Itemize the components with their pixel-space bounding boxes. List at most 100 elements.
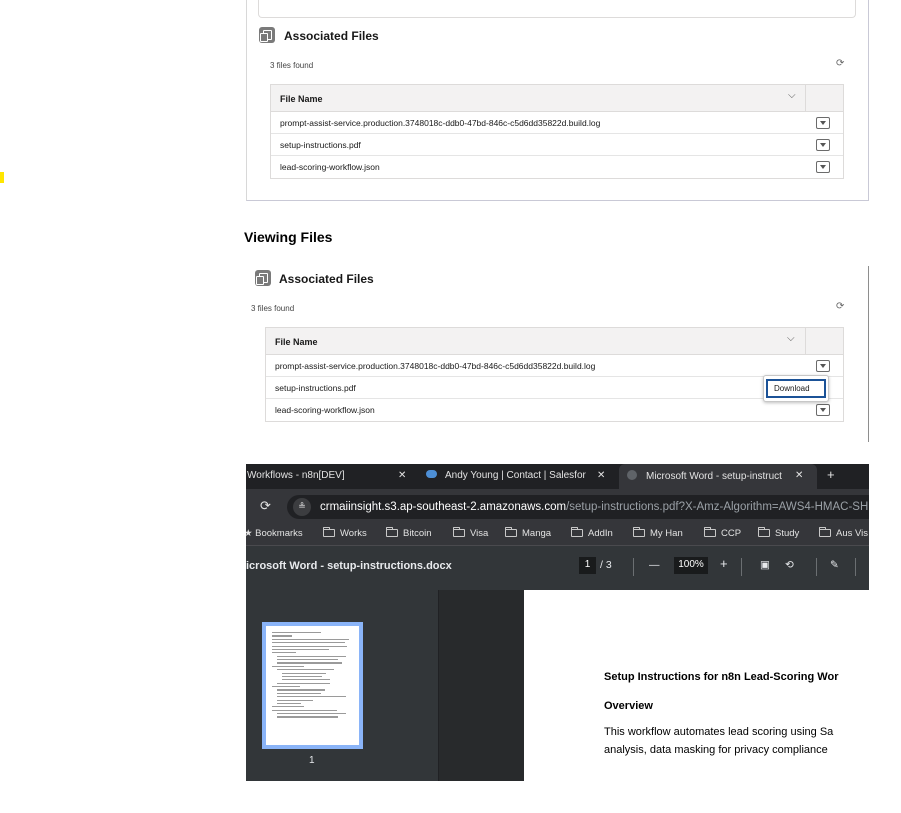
tab-label: Andy Young | Contact | Salesfor xyxy=(445,470,586,481)
bookmarks-bar: ★ Bookmarks Works Bitcoin Visa Manga Add… xyxy=(246,523,869,546)
folder-icon xyxy=(704,527,716,537)
url-text[interactable]: crmaiinsight.s3.ap-southeast-2.amazonaws… xyxy=(320,501,868,513)
section-heading: Viewing Files xyxy=(244,229,333,245)
zoom-level[interactable]: 100% xyxy=(674,557,708,574)
table-row: prompt-assist-service.production.3748018… xyxy=(266,355,843,377)
tab-pdf-viewer[interactable]: Microsoft Word - setup-instruct ✕ xyxy=(619,464,817,489)
file-name[interactable]: lead-scoring-workflow.json xyxy=(280,162,380,172)
bookmark-folder-works[interactable]: Works xyxy=(323,527,367,539)
panel-border xyxy=(868,266,869,442)
refresh-icon[interactable]: ⟳ xyxy=(836,58,844,69)
toolbar-divider xyxy=(633,558,634,576)
column-header-file-name[interactable]: File Name xyxy=(280,94,323,104)
star-icon: ★ xyxy=(246,528,253,539)
page-number-input[interactable]: 1 xyxy=(579,557,596,574)
tab-salesforce-contact[interactable]: Andy Young | Contact | Salesfor ✕ xyxy=(426,464,616,489)
table-row: setup-instructions.pdf xyxy=(266,377,843,399)
file-icon xyxy=(259,27,275,43)
pdf-document-title: icrosoft Word - setup-instructions.docx xyxy=(246,560,452,572)
bookmark-label: Visa xyxy=(470,528,489,539)
bookmark-label: Bitcoin xyxy=(403,528,432,539)
column-divider xyxy=(805,85,806,112)
table-row: prompt-assist-service.production.3748018… xyxy=(271,112,843,134)
bookmark-label: Study xyxy=(775,528,800,539)
file-name[interactable]: setup-instructions.pdf xyxy=(280,140,361,150)
rotate-icon[interactable]: ⟲ xyxy=(785,559,794,571)
bookmark-label: Manga xyxy=(522,528,552,539)
files-count: 3 files found xyxy=(270,61,314,70)
tab-strip: Workflows - n8n[DEV] ✕ Andy Young | Cont… xyxy=(246,464,869,489)
annotate-pen-icon[interactable]: ✎ xyxy=(830,559,839,571)
close-icon[interactable]: ✕ xyxy=(398,470,406,481)
file-name[interactable]: lead-scoring-workflow.json xyxy=(275,405,375,415)
page-total: / 3 xyxy=(600,559,612,571)
folder-icon xyxy=(819,527,831,537)
table-header: File Name ⌵ xyxy=(266,328,843,355)
bookmark-folder-aus-vis[interactable]: Aus Vis xyxy=(819,527,869,539)
toolbar-divider xyxy=(816,558,817,576)
folder-icon xyxy=(571,527,583,537)
row-actions-chevron-icon[interactable] xyxy=(816,117,830,129)
doc-heading: Setup Instructions for n8n Lead-Scoring … xyxy=(604,671,839,683)
zoom-out-icon[interactable]: — xyxy=(649,559,660,571)
bookmark-folder-manga[interactable]: Manga xyxy=(505,527,552,539)
bookmark-label: Bookmarks xyxy=(255,528,303,539)
folder-icon xyxy=(505,527,517,537)
refresh-icon[interactable]: ⟳ xyxy=(836,301,844,312)
folder-icon xyxy=(633,527,645,537)
zoom-in-icon[interactable]: + xyxy=(720,556,728,571)
table-header: File Name ⌵ xyxy=(271,85,843,112)
pdf-viewer-background xyxy=(439,590,524,781)
file-name[interactable]: prompt-assist-service.production.3748018… xyxy=(280,118,600,128)
bookmark-label: Aus Vis xyxy=(836,528,869,539)
files-table: File Name ⌵ prompt-assist-service.produc… xyxy=(270,84,844,179)
page-thumbnail[interactable] xyxy=(262,622,363,749)
bookmark-label: My Han xyxy=(650,528,683,539)
card-title: Associated Files xyxy=(279,272,374,286)
bookmarks-star[interactable]: ★ Bookmarks xyxy=(246,528,303,539)
file-name[interactable]: prompt-assist-service.production.3748018… xyxy=(275,361,595,371)
doc-paragraph-line: This workflow automates lead scoring usi… xyxy=(604,726,834,738)
site-info-icon[interactable]: ≗ xyxy=(293,498,311,516)
table-row: setup-instructions.pdf xyxy=(271,134,843,156)
column-header-file-name[interactable]: File Name xyxy=(275,337,318,347)
row-actions-chevron-icon[interactable] xyxy=(816,360,830,372)
file-name[interactable]: setup-instructions.pdf xyxy=(275,383,356,393)
bookmark-folder-my-han[interactable]: My Han xyxy=(633,527,683,539)
browser-toolbar: ⟳ ≗ crmaiinsight.s3.ap-southeast-2.amazo… xyxy=(246,489,869,523)
browser-window: Workflows - n8n[DEV] ✕ Andy Young | Cont… xyxy=(246,464,869,781)
row-actions-menu: Download xyxy=(763,375,829,402)
bookmark-folder-study[interactable]: Study xyxy=(758,527,800,539)
url-path: /setup-instructions.pdf?X-Amz-Algorithm=… xyxy=(566,501,869,513)
pdf-page: Setup Instructions for n8n Lead-Scoring … xyxy=(524,590,869,781)
chevron-down-icon[interactable]: ⌵ xyxy=(788,90,796,101)
bookmark-label: Works xyxy=(340,528,367,539)
row-actions-chevron-icon[interactable] xyxy=(816,139,830,151)
cloud-icon xyxy=(426,470,437,478)
row-actions-chevron-icon[interactable] xyxy=(816,404,830,416)
url-host: crmaiinsight.s3.ap-southeast-2.amazonaws… xyxy=(320,501,567,513)
reload-icon[interactable]: ⟳ xyxy=(260,498,271,514)
thumbnail-page xyxy=(266,626,359,745)
download-menu-item[interactable]: Download xyxy=(766,379,826,398)
address-bar[interactable]: ≗ crmaiinsight.s3.ap-southeast-2.amazona… xyxy=(287,495,869,519)
thumbnail-page-number: 1 xyxy=(309,755,315,766)
bookmark-folder-visa[interactable]: Visa xyxy=(453,527,489,539)
bookmark-label: AddIn xyxy=(588,528,613,539)
tab-n8n-workflows[interactable]: Workflows - n8n[DEV] ✕ xyxy=(247,464,419,489)
bookmark-folder-ccp[interactable]: CCP xyxy=(704,527,741,539)
fit-page-icon[interactable]: ▣ xyxy=(760,559,770,571)
chevron-down-icon[interactable]: ⌵ xyxy=(787,333,795,344)
doc-paragraph-line: analysis, data masking for privacy compl… xyxy=(604,744,828,756)
bookmark-folder-addin[interactable]: AddIn xyxy=(571,527,613,539)
bookmark-folder-bitcoin[interactable]: Bitcoin xyxy=(386,527,432,539)
highlight-marker xyxy=(0,172,4,183)
close-icon[interactable]: ✕ xyxy=(597,470,605,481)
new-tab-button[interactable]: + xyxy=(827,464,835,489)
close-icon[interactable]: ✕ xyxy=(795,470,803,481)
row-actions-chevron-icon[interactable] xyxy=(816,161,830,173)
pdf-toolbar: icrosoft Word - setup-instructions.docx … xyxy=(246,546,869,590)
files-table: File Name ⌵ prompt-assist-service.produc… xyxy=(265,327,844,422)
table-row: lead-scoring-workflow.json xyxy=(271,156,843,178)
toolbar-divider xyxy=(855,558,856,576)
